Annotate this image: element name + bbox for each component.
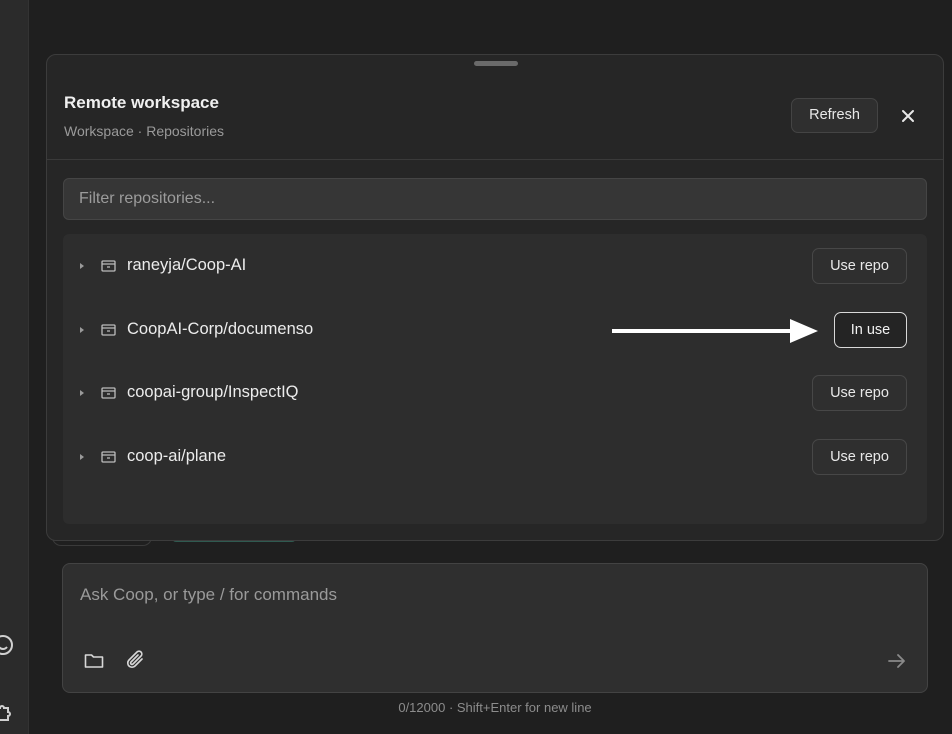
repository-icon: [101, 450, 116, 464]
in-use-button[interactable]: In use: [834, 312, 907, 348]
repo-name: coopai-group/InspectIQ: [127, 383, 299, 401]
chevron-right-icon[interactable]: [77, 323, 87, 337]
chevron-right-icon[interactable]: [77, 450, 87, 464]
smiley-icon[interactable]: [0, 634, 14, 656]
repo-name: coop-ai/plane: [127, 447, 227, 465]
remote-workspace-panel: Remote workspace Workspace · Repositorie…: [46, 54, 944, 541]
chevron-right-icon[interactable]: [77, 259, 87, 273]
chat-composer: [62, 563, 928, 693]
arrow-annotation: [612, 319, 818, 343]
list-item[interactable]: raneyja/Coop-AI Use repo: [63, 246, 927, 286]
list-item[interactable]: CoopAI-Corp/documenso In use: [63, 310, 927, 350]
list-item[interactable]: coop-ai/plane Use repo: [63, 437, 927, 477]
repo-name: CoopAI-Corp/documenso: [127, 320, 314, 338]
filter-repositories-input[interactable]: [63, 178, 927, 220]
repository-list: raneyja/Coop-AI Use repo CoopAI-Corp/doc…: [63, 234, 927, 524]
paperclip-icon[interactable]: [126, 650, 146, 671]
chevron-right-icon[interactable]: [77, 386, 87, 400]
composer-hint: 0/12000 · Shift+Enter for new line: [398, 700, 592, 715]
close-icon[interactable]: [895, 103, 921, 129]
list-item[interactable]: coopai-group/InspectIQ Use repo: [63, 373, 927, 413]
refresh-button[interactable]: Refresh: [791, 98, 878, 133]
drag-handle[interactable]: [474, 61, 518, 66]
left-rail: [0, 0, 29, 734]
panel-subtitle: Workspace · Repositories: [64, 123, 225, 139]
repository-icon: [101, 323, 116, 337]
panel-title: Remote workspace: [64, 93, 219, 112]
use-repo-button[interactable]: Use repo: [812, 439, 907, 475]
repo-name: raneyja/Coop-AI: [127, 256, 247, 274]
panel-divider: [47, 159, 943, 160]
use-repo-button[interactable]: Use repo: [812, 248, 907, 284]
repository-icon: [101, 259, 116, 273]
chat-input[interactable]: [80, 583, 900, 607]
repository-icon: [101, 386, 116, 400]
folder-icon[interactable]: [84, 652, 104, 669]
send-arrow-icon[interactable]: [888, 653, 906, 669]
use-repo-button[interactable]: Use repo: [812, 375, 907, 411]
